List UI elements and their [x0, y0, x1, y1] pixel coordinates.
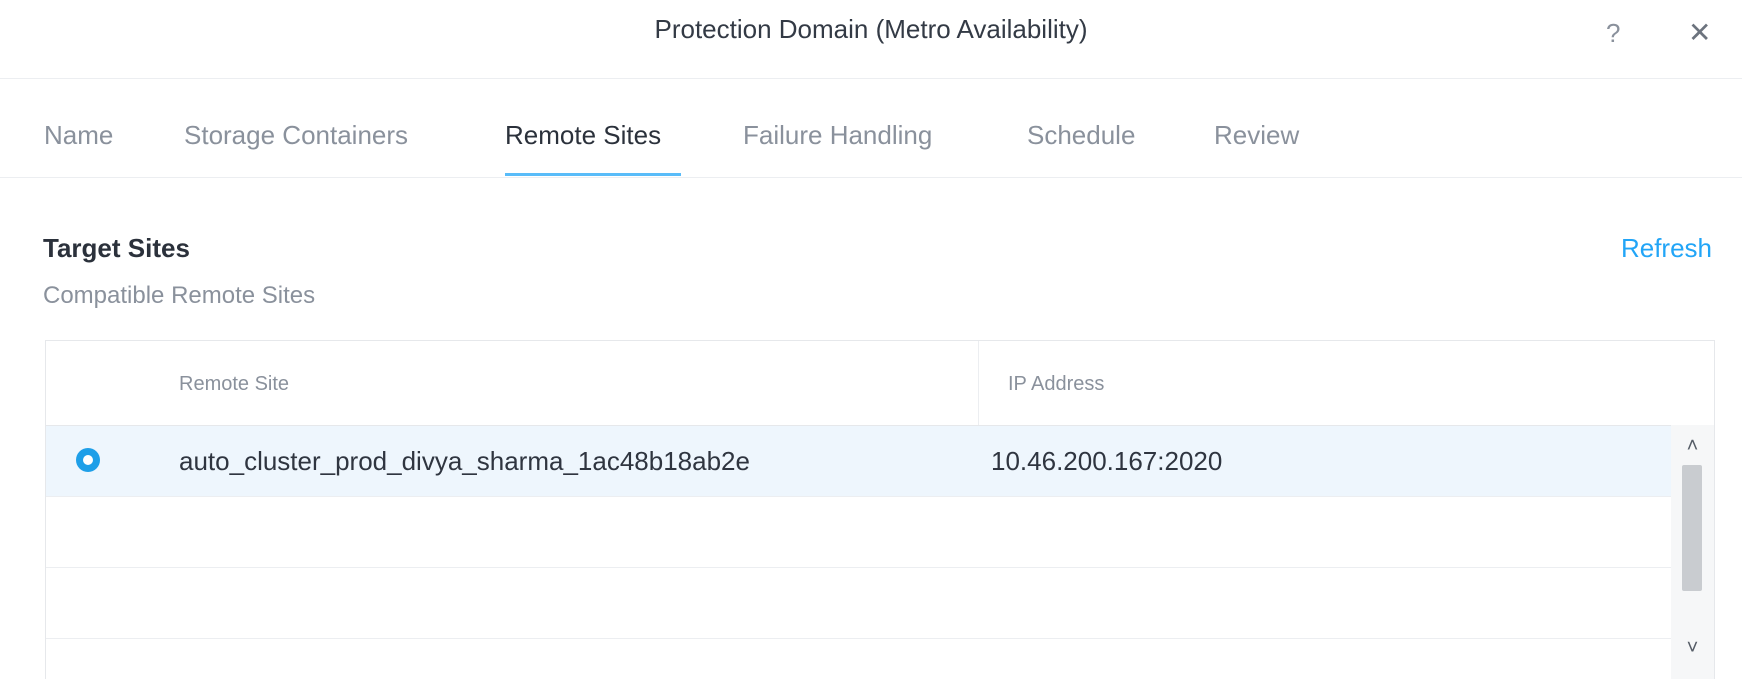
- active-tab-indicator: [505, 173, 681, 176]
- tab-review[interactable]: Review: [1214, 120, 1299, 151]
- table-row[interactable]: auto_cluster_prod_divya_sharma_1ac48b18a…: [46, 426, 1671, 497]
- row-select-radio[interactable]: [76, 448, 100, 472]
- close-icon[interactable]: ✕: [1688, 18, 1712, 48]
- tab-remote-sites[interactable]: Remote Sites: [505, 120, 661, 151]
- tab-storage-containers[interactable]: Storage Containers: [184, 120, 408, 151]
- tab-schedule[interactable]: Schedule: [1027, 120, 1135, 151]
- table-header: Remote Site IP Address: [46, 341, 1714, 426]
- remote-sites-table: Remote Site IP Address auto_cluster_prod…: [45, 340, 1715, 679]
- refresh-link[interactable]: Refresh: [1621, 233, 1712, 264]
- scroll-down-icon[interactable]: ˅: [1671, 633, 1714, 663]
- tab-name[interactable]: Name: [44, 120, 113, 151]
- column-header-remote-site: Remote Site: [179, 373, 290, 395]
- scroll-thumb[interactable]: [1682, 465, 1702, 591]
- tab-failure-handling[interactable]: Failure Handling: [743, 120, 932, 151]
- ip-address-cell: 10.46.200.167:2020: [991, 446, 1223, 476]
- empty-table-row: [46, 497, 1671, 568]
- remote-site-cell: auto_cluster_prod_divya_sharma_1ac48b18a…: [179, 446, 750, 476]
- column-header-ip-address: IP Address: [1008, 373, 1105, 395]
- help-icon[interactable]: ?: [1606, 18, 1620, 48]
- compatible-remote-sites-label: Compatible Remote Sites: [43, 282, 316, 309]
- dialog-title: Protection Domain (Metro Availability): [654, 14, 1088, 44]
- column-divider: [978, 341, 979, 425]
- wizard-tabs: Name Storage Containers Remote Sites Fai…: [0, 78, 1742, 178]
- empty-table-row: [46, 568, 1671, 639]
- table-scrollbar[interactable]: ˄ ˅: [1671, 425, 1714, 679]
- target-sites-heading: Target Sites: [43, 233, 190, 263]
- protection-domain-dialog: Protection Domain (Metro Availability) ?…: [0, 0, 1742, 679]
- scroll-up-icon[interactable]: ˄: [1671, 431, 1714, 461]
- dialog-header: Protection Domain (Metro Availability) ?…: [0, 0, 1742, 79]
